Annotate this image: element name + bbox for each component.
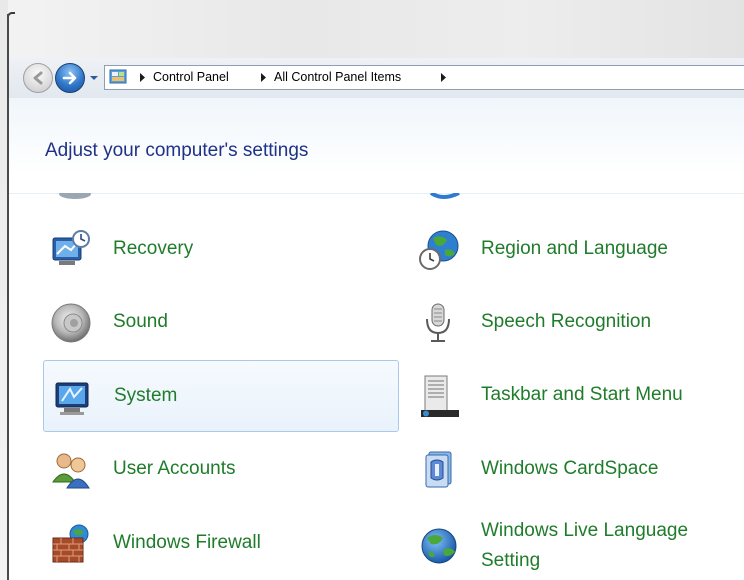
globe-clock-icon [419, 230, 459, 270]
recent-pages-dropdown-icon[interactable] [88, 73, 100, 83]
breadcrumb-control-panel[interactable]: Control Panel [153, 70, 229, 84]
item-windows-live-language-setting[interactable]: Windows Live Language Setting [411, 508, 741, 578]
back-arrow-icon [33, 71, 43, 85]
breadcrumb-separator-icon[interactable] [139, 73, 146, 82]
item-taskbar-and-start-menu[interactable]: Taskbar and Start Menu [411, 360, 741, 430]
microphone-icon [426, 303, 450, 342]
item-label-taskbar-and-start-menu[interactable]: Taskbar and Start Menu [481, 384, 683, 406]
item-label-system[interactable]: System [114, 385, 177, 407]
control-panel-window: Control Panel All Control Panel Items Ad… [0, 0, 744, 580]
navigation-bar: Control Panel All Control Panel Items [9, 58, 744, 98]
item-label-windows-live-language-setting[interactable]: Windows Live Language Setting [481, 516, 741, 576]
header-band: Adjust your computer's settings [9, 98, 744, 194]
forward-button[interactable] [55, 63, 85, 93]
page-title: Adjust your computer's settings [45, 140, 309, 161]
item-sound[interactable]: Sound [43, 287, 399, 357]
item-speech-recognition[interactable]: Speech Recognition [411, 287, 741, 357]
system-icon [55, 382, 89, 415]
speaker-icon [51, 303, 91, 343]
breadcrumb-all-items[interactable]: All Control Panel Items [274, 70, 401, 84]
control-panel-icon [109, 69, 127, 84]
content-pane: Adjust your computer's settings Recovery [9, 98, 744, 580]
item-recovery[interactable]: Recovery [43, 214, 399, 284]
breadcrumb-separator-icon[interactable] [440, 73, 447, 82]
partial-icon [59, 193, 91, 199]
item-label-recovery[interactable]: Recovery [113, 238, 193, 260]
item-label-user-accounts[interactable]: User Accounts [113, 458, 236, 480]
cardspace-icon [425, 451, 452, 488]
item-label-sound[interactable]: Sound [113, 311, 168, 333]
item-system[interactable]: System [43, 360, 399, 432]
item-label-speech-recognition[interactable]: Speech Recognition [481, 311, 651, 333]
breadcrumb-separator-icon[interactable] [260, 73, 267, 82]
item-label-region-and-language[interactable]: Region and Language [481, 238, 668, 260]
recovery-icon [52, 230, 90, 265]
globe-icon [421, 528, 457, 564]
users-icon [52, 453, 90, 489]
item-region-and-language[interactable]: Region and Language [411, 214, 741, 284]
item-windows-firewall[interactable]: Windows Firewall [43, 508, 399, 578]
forward-arrow-icon [62, 71, 77, 85]
window-frame-top [0, 0, 744, 58]
item-label-windows-firewall[interactable]: Windows Firewall [113, 532, 261, 554]
item-windows-cardspace[interactable]: Windows CardSpace [411, 434, 741, 504]
partial-icon [429, 193, 460, 199]
back-button[interactable] [23, 63, 53, 93]
item-user-accounts[interactable]: User Accounts [43, 434, 399, 504]
taskbar-icon [421, 375, 459, 417]
item-label-windows-cardspace[interactable]: Windows CardSpace [481, 458, 658, 480]
firewall-icon [52, 524, 89, 563]
address-bar[interactable]: Control Panel All Control Panel Items [104, 65, 744, 90]
